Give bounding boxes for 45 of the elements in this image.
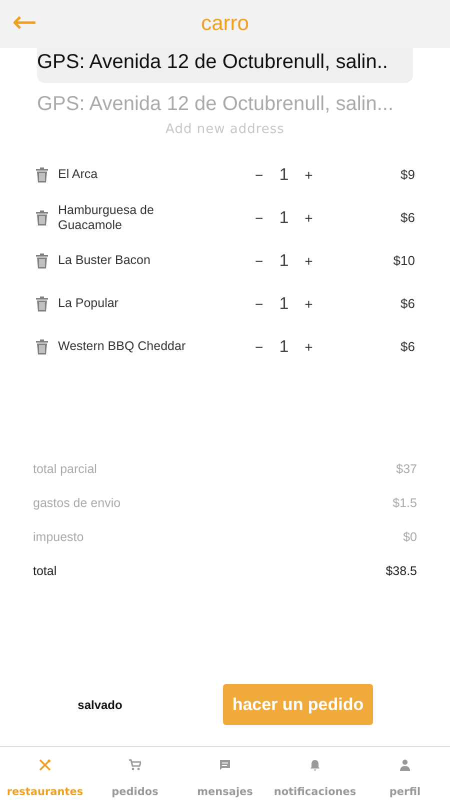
item-price: $6 (400, 296, 415, 311)
trash-icon[interactable] (35, 210, 49, 226)
quantity: 1 (279, 336, 289, 356)
bell-icon (309, 759, 321, 771)
total-label: gastos de envio (33, 496, 121, 510)
increase-button[interactable]: + (304, 338, 313, 354)
item-name: El Arca (58, 167, 99, 182)
increase-button[interactable]: + (304, 252, 313, 268)
total-value: $37 (396, 462, 417, 476)
trash-icon[interactable] (35, 296, 49, 312)
item-name: La Buster Bacon (58, 253, 152, 268)
decrease-button[interactable]: − (255, 166, 264, 182)
item-price: $10 (393, 253, 415, 268)
total-label: impuesto (33, 530, 84, 544)
address-selector[interactable]: GPS: Avenida 12 de Octubrenull, salin.. (37, 48, 413, 83)
increase-button[interactable]: + (304, 210, 313, 226)
total-value: $1.5 (392, 496, 417, 510)
trash-icon[interactable] (35, 252, 49, 268)
quantity: 1 (279, 294, 289, 314)
message-icon (219, 759, 231, 771)
save-button[interactable]: salvado (0, 698, 200, 712)
item-price: $6 (400, 339, 415, 354)
cart-icon (129, 759, 141, 771)
decrease-button[interactable]: − (255, 252, 264, 268)
decrease-button[interactable]: − (255, 296, 264, 312)
item-price: $6 (400, 210, 415, 225)
item-name: Hamburguesa de Guacamole (58, 202, 155, 232)
quantity: 1 (279, 250, 289, 270)
item-name: La Popular (58, 296, 120, 311)
decrease-button[interactable]: − (255, 210, 264, 226)
page-title: carro (201, 12, 249, 36)
decrease-button[interactable]: − (255, 338, 264, 354)
total-value: $38.5 (386, 564, 417, 578)
trash-icon[interactable] (35, 338, 49, 354)
item-price: $9 (400, 167, 415, 182)
quantity: 1 (279, 208, 289, 228)
total-label: total (33, 564, 57, 578)
total-value: $0 (403, 530, 417, 544)
quantity: 1 (279, 164, 289, 184)
trash-icon[interactable] (35, 166, 49, 182)
person-icon (399, 759, 411, 771)
increase-button[interactable]: + (304, 296, 313, 312)
item-name: Western BBQ Cheddar (58, 339, 187, 354)
total-label: total parcial (33, 462, 97, 476)
increase-button[interactable]: + (304, 166, 313, 182)
